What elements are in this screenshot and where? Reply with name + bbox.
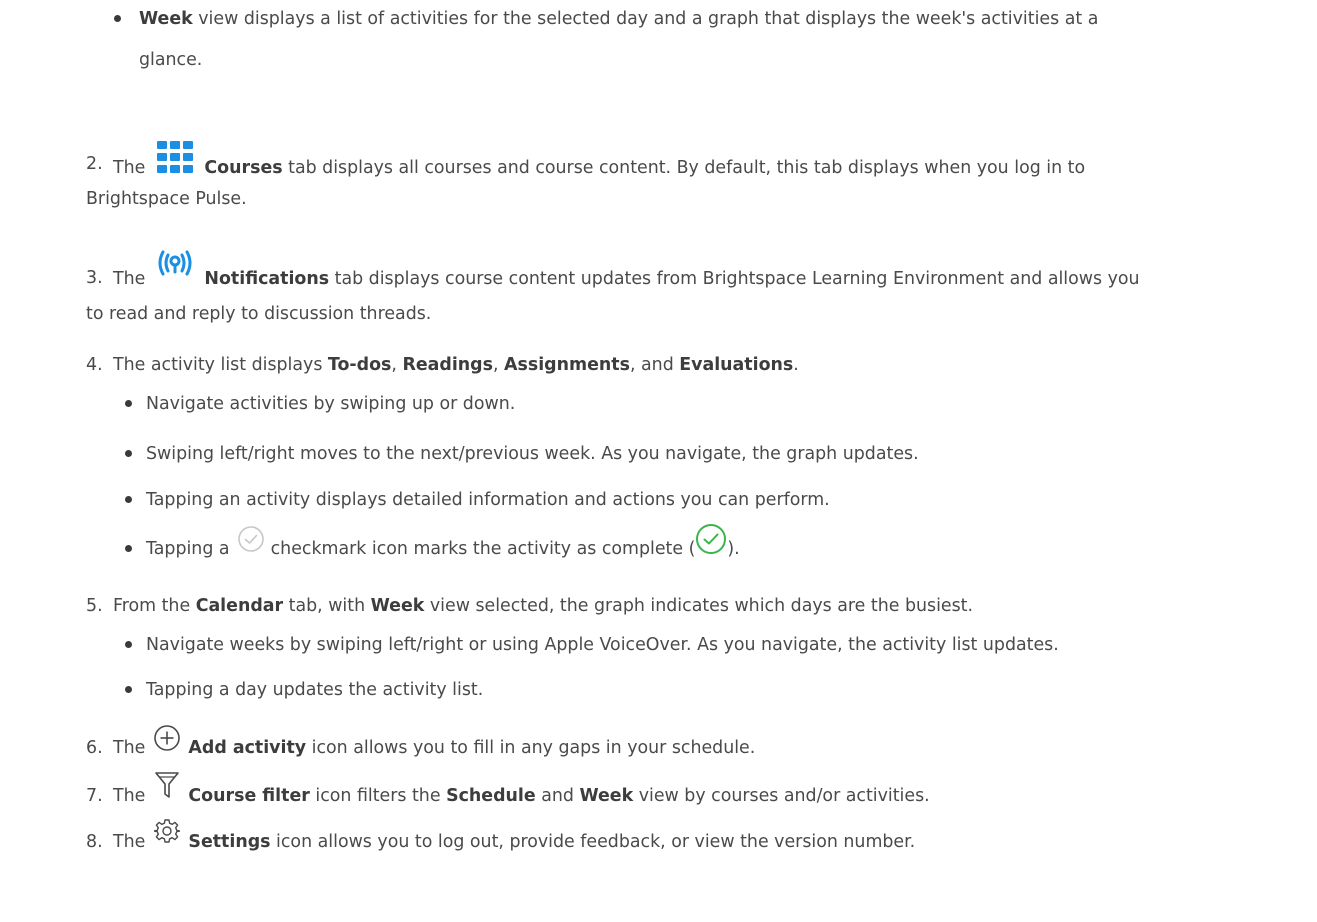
separator-text: , and	[629, 355, 680, 375]
readings-label: Readings	[402, 355, 493, 375]
sub-bullet: Navigate weeks by swiping left/right or …	[146, 635, 1059, 655]
plus-circle-icon	[153, 724, 181, 752]
week-bullet-line-1: Week view displays a list of activities …	[139, 3, 1098, 35]
sub-bullet: Tapping a day updates the activity list.	[146, 680, 484, 700]
item-prefix: The	[113, 158, 146, 178]
sub-bullet: Swiping left/right moves to the next/pre…	[146, 444, 919, 464]
item-prefix: The	[113, 786, 146, 806]
item-number: 6.	[86, 738, 103, 758]
bullet-dot	[125, 641, 132, 648]
item-number: 4.	[86, 355, 103, 375]
notifications-item-line-2: to read and reply to discussion threads.	[86, 304, 432, 324]
item-prefix: The	[113, 832, 146, 852]
courses-label: Courses	[204, 158, 283, 178]
period-text: .	[793, 355, 799, 375]
checkmark-circle-green-icon	[695, 523, 727, 555]
courses-item-line-1: The Courses tab displays all courses and…	[113, 141, 1086, 188]
notifications-item-line-1: The Notifications tab displays course co…	[113, 250, 1140, 296]
calendar-text: tab, with	[283, 596, 371, 616]
course-filter-label: Course filter	[188, 786, 310, 806]
item-number: 5.	[86, 596, 103, 616]
calendar-item-line: From the Calendar tab, with Week view se…	[113, 590, 973, 622]
schedule-label: Schedule	[446, 786, 536, 806]
week-bullet-text: view displays a list of activities for t…	[192, 9, 1099, 29]
add-activity-label: Add activity	[188, 738, 307, 758]
gear-icon	[153, 818, 180, 844]
item-number: 3.	[86, 268, 103, 288]
item-number: 7.	[86, 786, 103, 806]
notifications-label: Notifications	[204, 269, 330, 289]
bullet-dot	[125, 496, 132, 503]
broadcast-icon	[155, 248, 195, 282]
week-label: Week	[139, 9, 193, 29]
check-text: Tapping a	[146, 539, 230, 559]
add-activity-item-line: The Add activity icon allows you to fill…	[113, 725, 756, 764]
week-label: Week	[370, 596, 425, 616]
activity-text: The activity list displays	[113, 355, 328, 375]
grid-icon	[155, 137, 195, 177]
calendar-text: From the	[113, 596, 196, 616]
item-prefix: The	[113, 269, 146, 289]
help-document: Week view displays a list of activities …	[0, 0, 1317, 922]
courses-text: tab displays all courses and course cont…	[282, 158, 1086, 178]
bullet-dot	[125, 686, 132, 693]
bullet-dot	[125, 400, 132, 407]
calendar-text: view selected, the graph indicates which…	[424, 596, 974, 616]
filter-icon	[154, 770, 180, 800]
notifications-text: tab displays course content updates from…	[329, 269, 1140, 289]
checkmark-circle-gray-icon	[237, 525, 265, 553]
filter-text: view by courses and/or activities.	[633, 786, 930, 806]
filter-text: icon filters the	[309, 786, 447, 806]
bullet-dot	[125, 450, 132, 457]
item-prefix: The	[113, 738, 146, 758]
week-bullet-line-2: glance.	[139, 50, 203, 70]
courses-item-line-2: Brightspace Pulse.	[86, 189, 247, 209]
bullet-dot	[114, 15, 121, 22]
sub-bullet: Navigate activities by swiping up or dow…	[146, 394, 516, 414]
calendar-label: Calendar	[195, 596, 284, 616]
bullet-dot	[125, 545, 132, 552]
filter-text: and	[535, 786, 580, 806]
course-filter-item-line: The Course filter icon filters the Sched…	[113, 772, 930, 812]
item-number: 2.	[86, 154, 103, 174]
sub-bullet-checkmark: Tapping a checkmark icon marks the activ…	[146, 524, 740, 565]
check-text: checkmark icon marks the activity as com…	[265, 539, 696, 559]
week-label: Week	[579, 786, 634, 806]
add-activity-text: icon allows you to fill in any gaps in y…	[306, 738, 756, 758]
settings-label: Settings	[188, 832, 271, 852]
check-text: ).	[727, 539, 740, 559]
separator-text: ,	[492, 355, 505, 375]
evaluations-label: Evaluations	[679, 355, 794, 375]
sub-bullet: Tapping an activity displays detailed in…	[146, 490, 830, 510]
settings-text: icon allows you to log out, provide feed…	[270, 832, 916, 852]
todos-label: To-dos	[327, 355, 392, 375]
separator-text: ,	[391, 355, 403, 375]
item-number: 8.	[86, 832, 103, 852]
settings-item-line: The Settings icon allows you to log out,…	[113, 819, 916, 858]
activity-list-item-line: The activity list displays To-dos, Readi…	[113, 349, 799, 381]
assignments-label: Assignments	[504, 355, 630, 375]
